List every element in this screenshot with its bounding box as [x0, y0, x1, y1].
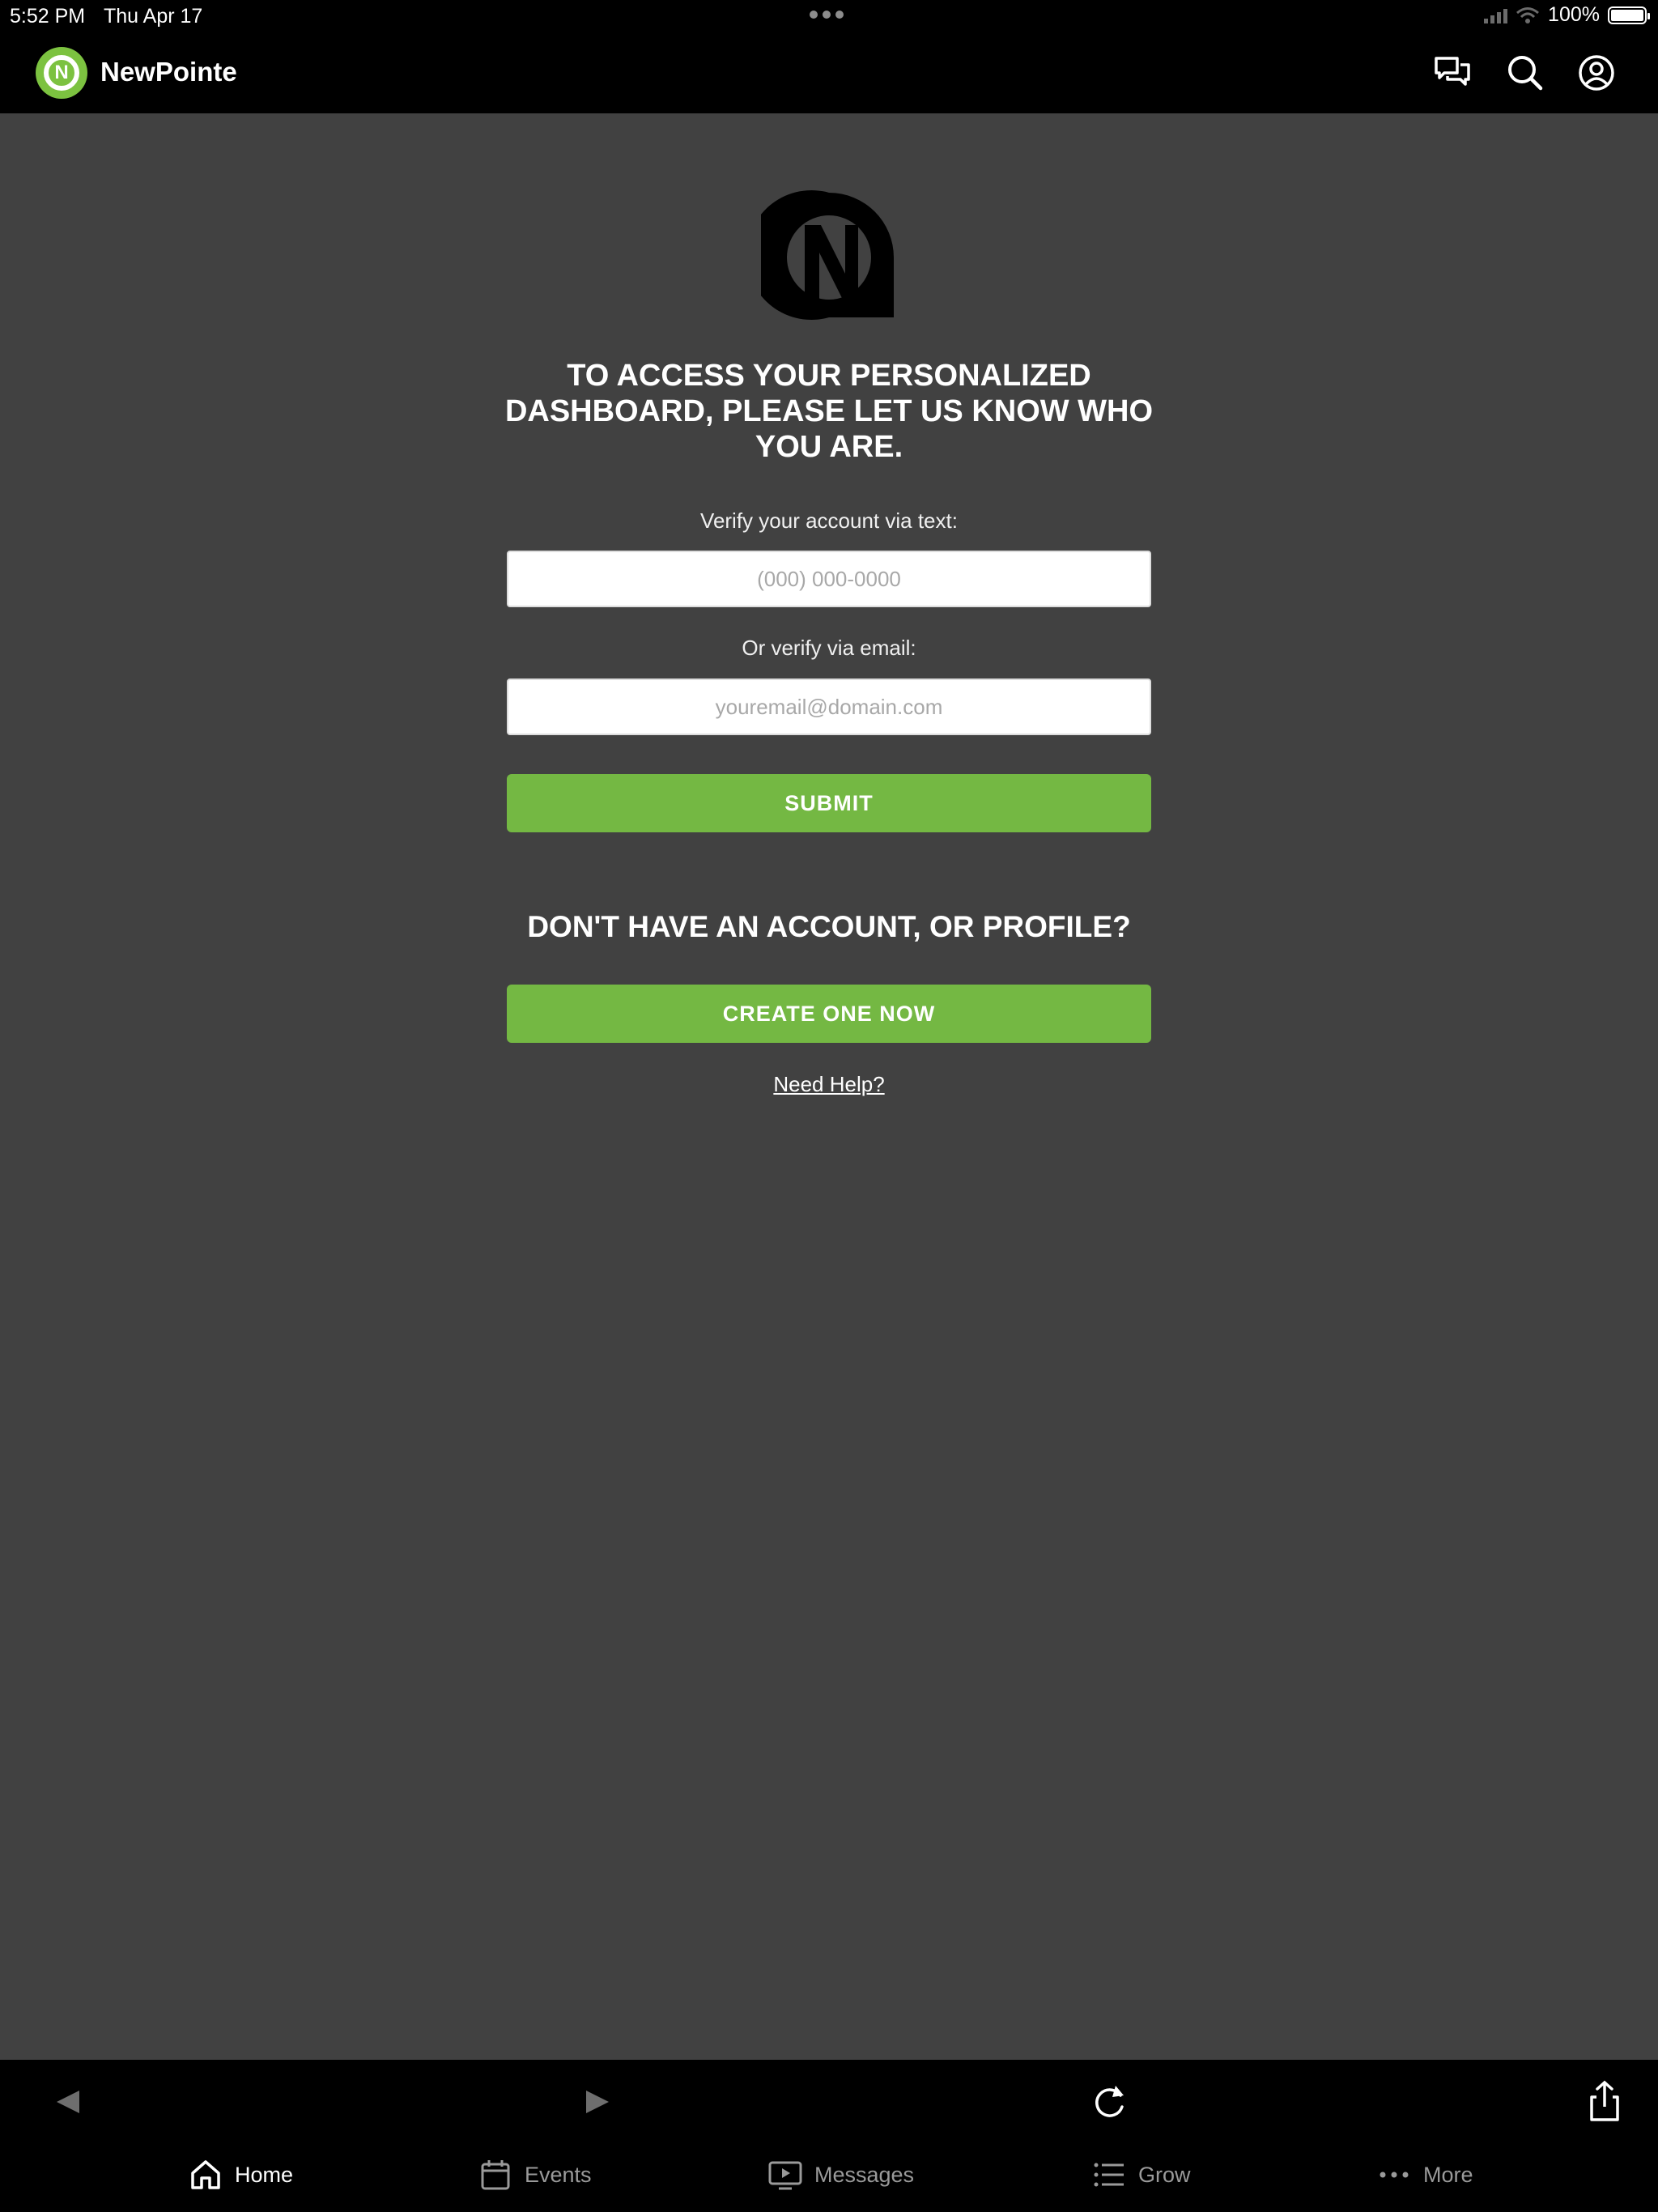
phone-label: Verify your account via text:: [700, 508, 958, 533]
profile-icon[interactable]: [1575, 52, 1618, 94]
email-label: Or verify via email:: [742, 636, 916, 660]
reload-icon[interactable]: [1085, 2078, 1133, 2126]
login-panel: TO ACCESS YOUR PERSONALIZED DASHBOARD, P…: [0, 113, 1658, 2060]
create-account-button[interactable]: CREATE ONE NOW: [507, 985, 1151, 1043]
battery-icon: [1608, 6, 1650, 24]
tab-more-label: More: [1423, 2162, 1473, 2187]
tab-home[interactable]: Home: [188, 2150, 293, 2199]
submit-button[interactable]: SUBMIT: [507, 774, 1151, 832]
forward-arrow-icon[interactable]: [572, 2078, 620, 2126]
need-help-link[interactable]: Need Help?: [667, 1072, 991, 1097]
tab-messages-label: Messages: [814, 2162, 915, 2187]
newpointe-logo-icon: [761, 190, 894, 320]
chat-icon[interactable]: [1431, 52, 1473, 94]
app-screen: 5:52 PM Thu Apr 17 100% N NewPointe TO A…: [0, 0, 1658, 2212]
tab-grow-label: Grow: [1138, 2162, 1191, 2187]
calendar-icon: [481, 2160, 510, 2190]
app-logo-icon[interactable]: N: [36, 47, 87, 99]
list-icon: [1094, 2163, 1124, 2187]
multitasking-dots-icon[interactable]: [810, 11, 844, 19]
status-time: 5:52 PM: [10, 5, 86, 28]
home-icon: [191, 2160, 220, 2189]
tab-grow[interactable]: Grow: [1091, 2150, 1191, 2199]
tab-messages[interactable]: Messages: [767, 2150, 914, 2199]
no-account-heading: DON'T HAVE AN ACCOUNT, OR PROFILE?: [527, 910, 1131, 943]
logo-letter: N: [44, 55, 79, 91]
battery-percent: 100%: [1548, 3, 1600, 26]
app-header: N NewPointe: [0, 32, 1658, 113]
tab-events-label: Events: [525, 2162, 592, 2187]
search-icon[interactable]: [1504, 52, 1546, 94]
cellular-signal-icon: [1484, 7, 1508, 23]
bottom-toolbar: Home Events Messages Grow More: [0, 2060, 1658, 2212]
phone-input[interactable]: [507, 551, 1151, 607]
more-dots-icon: [1380, 2172, 1409, 2178]
tab-home-label: Home: [235, 2162, 294, 2187]
app-title: NewPointe: [100, 57, 237, 87]
share-icon[interactable]: [1580, 2078, 1629, 2126]
status-indicators: 100%: [1484, 3, 1650, 27]
wifi-icon: [1516, 6, 1540, 23]
tab-events[interactable]: Events: [478, 2150, 592, 2199]
page-headline: TO ACCESS YOUR PERSONALIZED DASHBOARD, P…: [504, 359, 1154, 464]
tab-more[interactable]: More: [1376, 2150, 1473, 2199]
monitor-play-icon: [768, 2161, 802, 2190]
email-input[interactable]: [507, 678, 1151, 735]
status-bar: 5:52 PM Thu Apr 17 100%: [0, 0, 1658, 32]
back-arrow-icon[interactable]: [45, 2078, 94, 2126]
status-date: Thu Apr 17: [104, 5, 203, 28]
